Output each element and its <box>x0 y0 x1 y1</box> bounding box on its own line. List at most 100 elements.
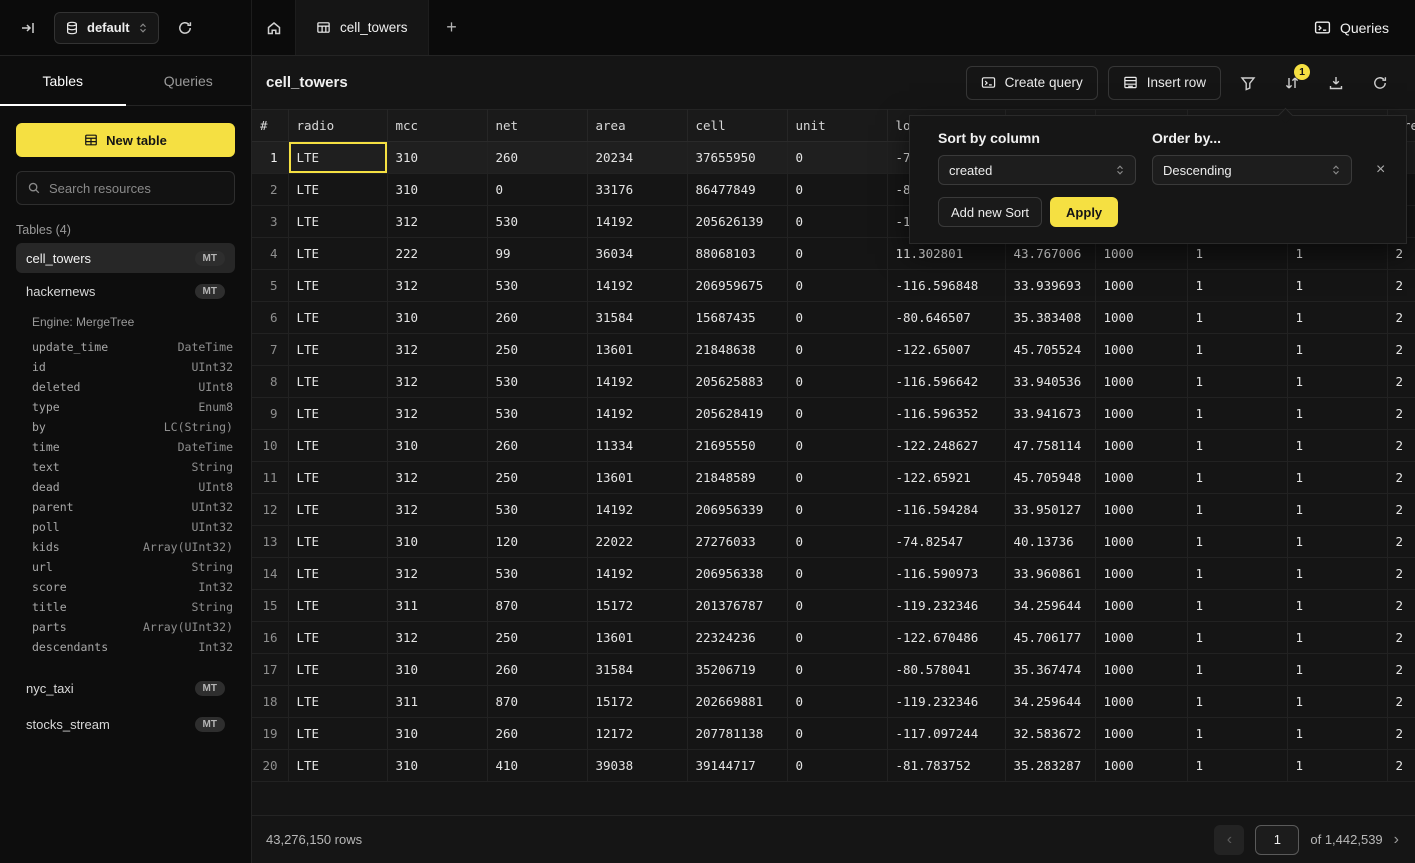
table-cell[interactable]: 1000 <box>1095 686 1187 718</box>
table-cell[interactable]: 88068103 <box>687 238 787 270</box>
table-cell[interactable]: 14192 <box>587 366 687 398</box>
table-cell[interactable]: 0 <box>787 206 887 238</box>
table-cell[interactable]: -116.596642 <box>887 366 1005 398</box>
table-cell[interactable]: 1 <box>1187 686 1287 718</box>
table-cell[interactable]: LTE <box>288 238 387 270</box>
row-number[interactable]: 10 <box>252 430 288 462</box>
table-cell[interactable]: 21848589 <box>687 462 787 494</box>
table-cell[interactable]: 205628419 <box>687 398 787 430</box>
table-cell[interactable]: LTE <box>288 142 387 174</box>
table-cell[interactable]: 120 <box>487 526 587 558</box>
table-cell[interactable]: 2 <box>1387 686 1415 718</box>
row-number[interactable]: 17 <box>252 654 288 686</box>
table-cell[interactable]: 0 <box>787 398 887 430</box>
table-cell[interactable]: 1000 <box>1095 366 1187 398</box>
table-cell[interactable]: 0 <box>787 750 887 782</box>
table-cell[interactable]: 2 <box>1387 366 1415 398</box>
add-new-sort-button[interactable]: Add new Sort <box>938 197 1042 227</box>
table-cell[interactable]: 1 <box>1287 302 1387 334</box>
table-cell[interactable]: 45.706177 <box>1005 622 1095 654</box>
table-cell[interactable]: 2 <box>1387 622 1415 654</box>
table-cell[interactable]: 0 <box>787 430 887 462</box>
table-cell[interactable]: 312 <box>387 206 487 238</box>
table-cell[interactable]: 13601 <box>587 334 687 366</box>
table-cell[interactable]: 0 <box>787 174 887 206</box>
sidebar-item-stocks-stream[interactable]: stocks_stream MT <box>16 709 235 739</box>
table-cell[interactable]: 2 <box>1387 654 1415 686</box>
table-cell[interactable]: LTE <box>288 494 387 526</box>
table-cell[interactable]: -122.65007 <box>887 334 1005 366</box>
table-cell[interactable]: 0 <box>787 462 887 494</box>
row-number[interactable]: 2 <box>252 174 288 206</box>
table-cell[interactable]: 410 <box>487 750 587 782</box>
table-cell[interactable]: 310 <box>387 526 487 558</box>
table-cell[interactable]: 15172 <box>587 590 687 622</box>
row-number[interactable]: 12 <box>252 494 288 526</box>
collapse-sidebar-button[interactable] <box>16 16 40 40</box>
table-cell[interactable]: 2 <box>1387 334 1415 366</box>
table-cell[interactable]: 22022 <box>587 526 687 558</box>
table-cell[interactable]: 1 <box>1287 526 1387 558</box>
row-number[interactable]: 11 <box>252 462 288 494</box>
table-cell[interactable]: 250 <box>487 462 587 494</box>
table-cell[interactable]: 206959675 <box>687 270 787 302</box>
apply-sort-button[interactable]: Apply <box>1050 197 1118 227</box>
table-cell[interactable]: 33.960861 <box>1005 558 1095 590</box>
table-cell[interactable]: LTE <box>288 718 387 750</box>
row-number[interactable]: 19 <box>252 718 288 750</box>
table-cell[interactable]: 1 <box>1187 526 1287 558</box>
table-cell[interactable]: 14192 <box>587 398 687 430</box>
table-cell[interactable]: 1 <box>1187 622 1287 654</box>
table-cell[interactable]: 1 <box>1187 654 1287 686</box>
table-cell[interactable]: 206956338 <box>687 558 787 590</box>
table-cell[interactable]: 1 <box>1287 334 1387 366</box>
table-cell[interactable]: LTE <box>288 590 387 622</box>
table-cell[interactable]: 1 <box>1187 334 1287 366</box>
row-number[interactable]: 6 <box>252 302 288 334</box>
table-cell[interactable]: LTE <box>288 270 387 302</box>
table-cell[interactable]: 0 <box>787 302 887 334</box>
table-cell[interactable]: 0 <box>787 590 887 622</box>
row-number[interactable]: 8 <box>252 366 288 398</box>
table-cell[interactable]: 36034 <box>587 238 687 270</box>
table-cell[interactable]: 1 <box>1187 494 1287 526</box>
table-cell[interactable]: 2 <box>1387 718 1415 750</box>
table-cell[interactable]: 1 <box>1287 462 1387 494</box>
table-cell[interactable]: 31584 <box>587 654 687 686</box>
row-number[interactable]: 16 <box>252 622 288 654</box>
table-cell[interactable]: 0 <box>787 686 887 718</box>
table-cell[interactable]: 15172 <box>587 686 687 718</box>
table-cell[interactable]: LTE <box>288 174 387 206</box>
table-cell[interactable]: -116.590973 <box>887 558 1005 590</box>
table-cell[interactable]: 1000 <box>1095 462 1187 494</box>
table-cell[interactable]: 1 <box>1187 398 1287 430</box>
table-cell[interactable]: 1000 <box>1095 622 1187 654</box>
table-cell[interactable]: 0 <box>787 334 887 366</box>
table-cell[interactable]: 1 <box>1287 654 1387 686</box>
table-cell[interactable]: 14192 <box>587 558 687 590</box>
table-cell[interactable]: 35.367474 <box>1005 654 1095 686</box>
table-cell[interactable]: LTE <box>288 462 387 494</box>
column-header-radio[interactable]: radio <box>288 110 387 142</box>
table-cell[interactable]: 1 <box>1287 366 1387 398</box>
table-cell[interactable]: 0 <box>787 270 887 302</box>
new-table-button[interactable]: New table <box>16 123 235 157</box>
table-cell[interactable]: 1000 <box>1095 558 1187 590</box>
home-tab-button[interactable] <box>252 0 296 55</box>
row-number[interactable]: 9 <box>252 398 288 430</box>
table-cell[interactable]: 1 <box>1287 686 1387 718</box>
row-number[interactable]: 3 <box>252 206 288 238</box>
table-cell[interactable]: 11334 <box>587 430 687 462</box>
table-cell[interactable]: 312 <box>387 398 487 430</box>
filter-button[interactable] <box>1231 66 1265 100</box>
table-cell[interactable]: 40.13736 <box>1005 526 1095 558</box>
table-cell[interactable]: -119.232346 <box>887 590 1005 622</box>
table-cell[interactable]: 1 <box>1187 366 1287 398</box>
column-header-cell[interactable]: cell <box>687 110 787 142</box>
table-cell[interactable]: 260 <box>487 302 587 334</box>
table-cell[interactable]: LTE <box>288 398 387 430</box>
table-cell[interactable]: 0 <box>787 558 887 590</box>
database-selector[interactable]: default <box>54 12 159 44</box>
table-cell[interactable]: LTE <box>288 686 387 718</box>
sort-button[interactable]: 1 <box>1275 66 1309 100</box>
